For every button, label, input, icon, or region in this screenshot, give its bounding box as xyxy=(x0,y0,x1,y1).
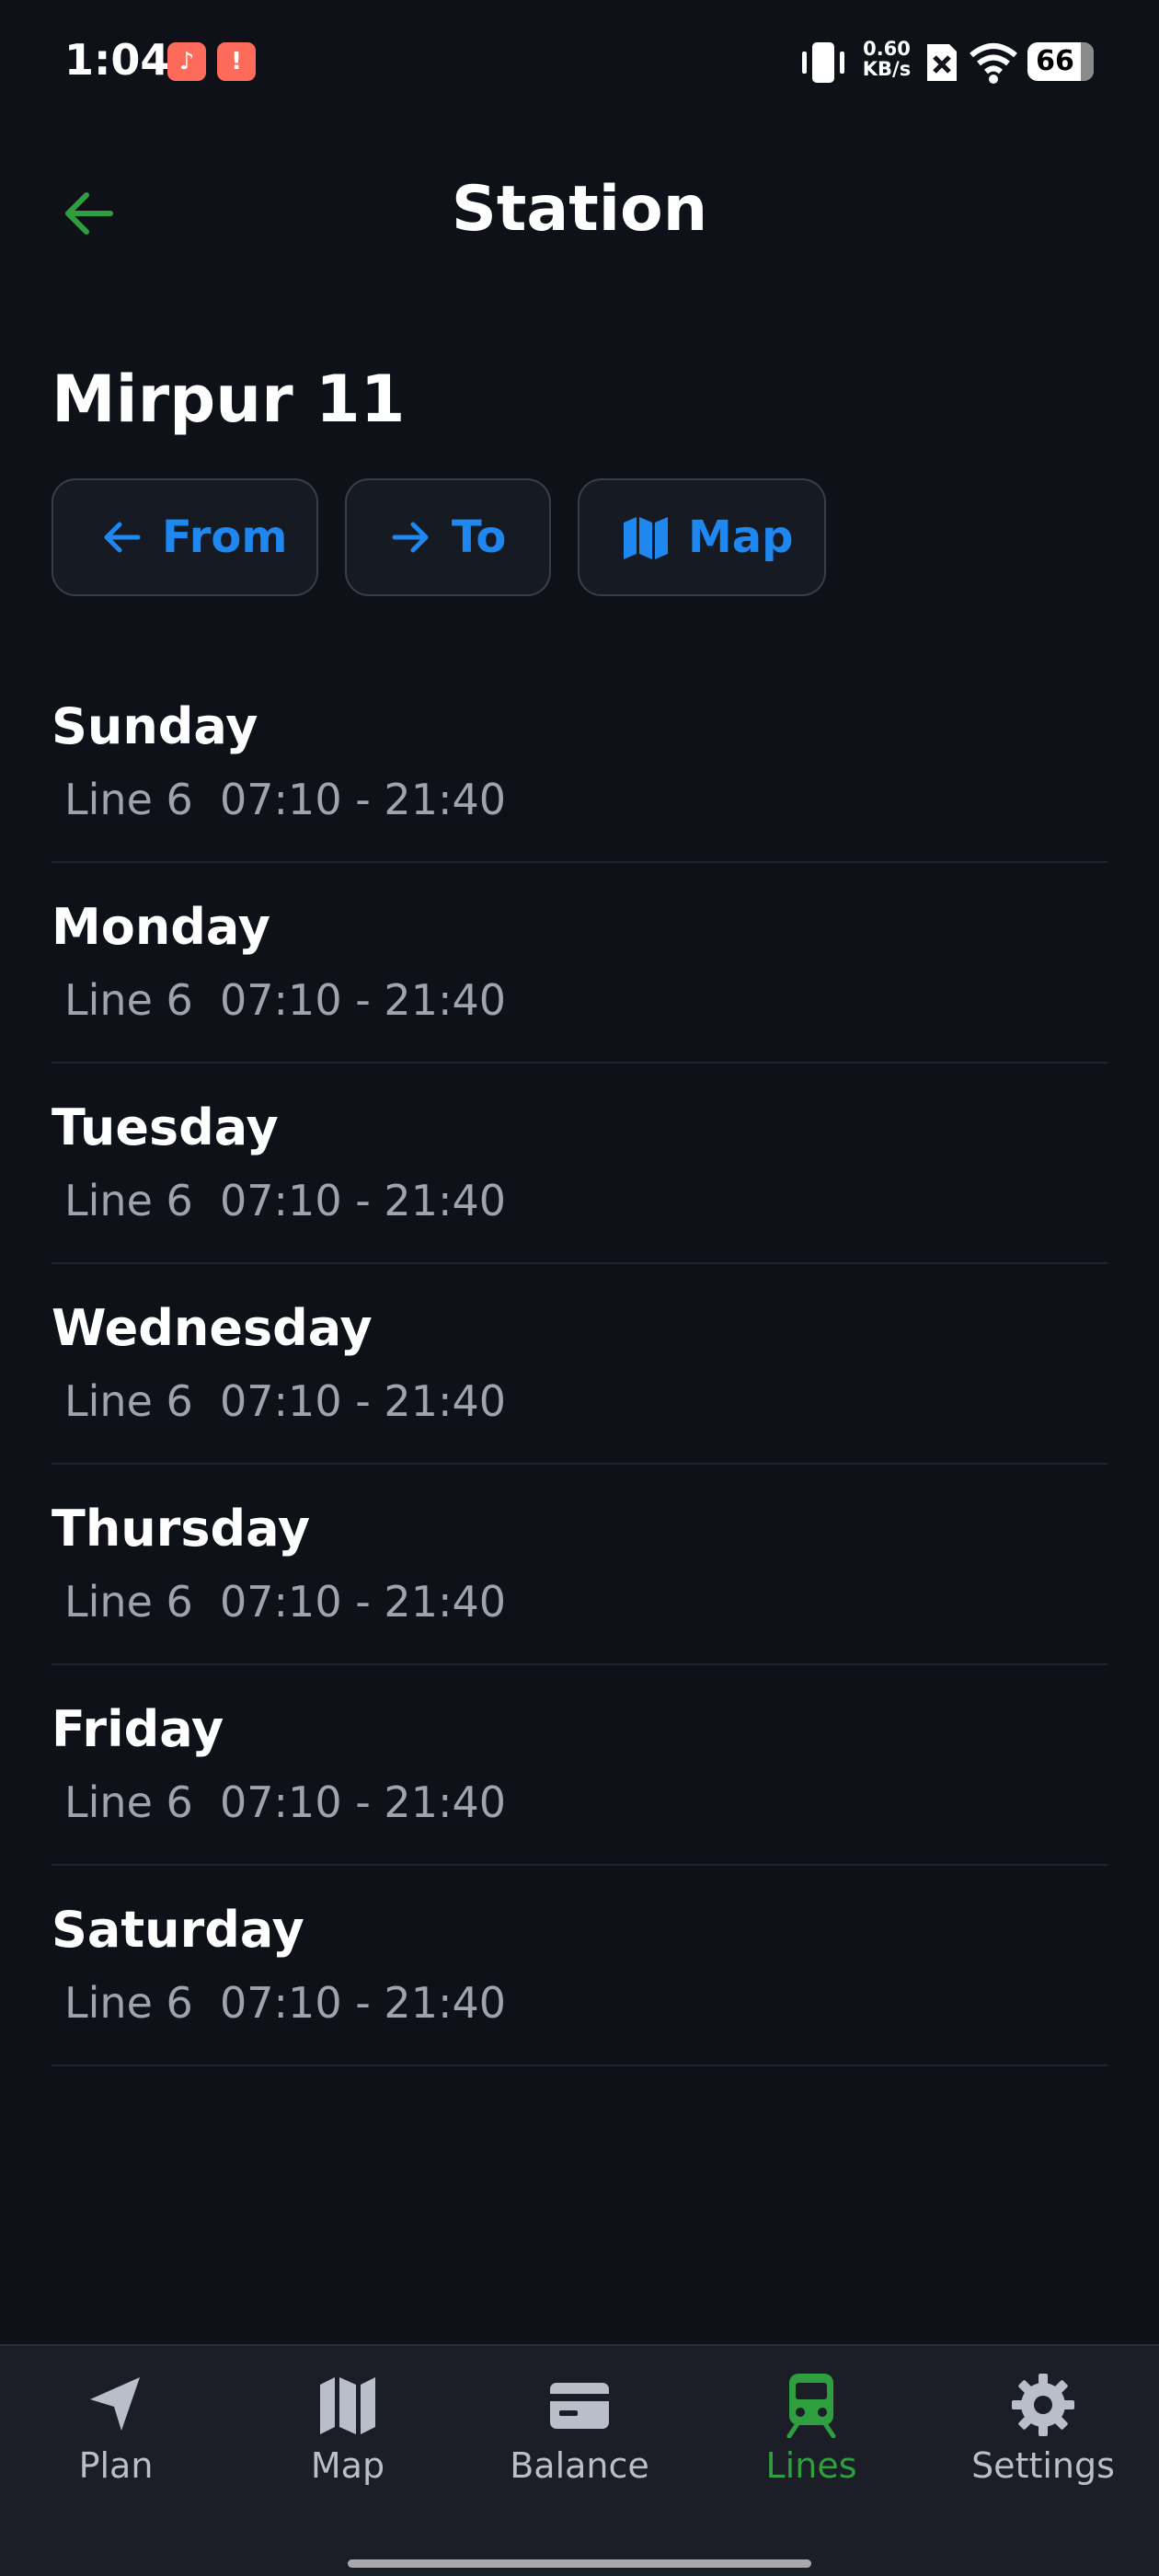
schedule-row: Friday Line 6 07:10 - 21:40 xyxy=(52,1665,1107,1866)
status-bar: 1:04 ♪ ! 0.60 KB/s 66 xyxy=(0,0,1159,120)
schedule-detail: Line 6 07:10 - 21:40 xyxy=(64,1577,506,1627)
bottom-navigation: Plan Map Balance Lines Settings xyxy=(0,2344,1159,2576)
line-name: Line 6 xyxy=(64,1176,193,1225)
schedule-row: Tuesday Line 6 07:10 - 21:40 xyxy=(52,1064,1107,1264)
map-button-label: Map xyxy=(688,512,794,563)
network-speed-value: 0.60 xyxy=(863,38,911,60)
from-button-label: From xyxy=(162,512,288,563)
nav-map-label: Map xyxy=(310,2445,385,2486)
schedule-detail: Line 6 07:10 - 21:40 xyxy=(64,775,506,824)
map-button[interactable]: Map xyxy=(578,478,826,596)
nav-lines-label: Lines xyxy=(765,2445,857,2486)
to-button-label: To xyxy=(452,512,507,563)
warning-notification-icon: ! xyxy=(217,42,256,81)
arrow-right-icon xyxy=(392,522,429,553)
gear-icon xyxy=(1012,2374,1074,2436)
station-screen: 1:04 ♪ ! 0.60 KB/s 66 Station Mirpur 11 … xyxy=(0,0,1159,2576)
line-name: Line 6 xyxy=(64,1577,193,1627)
schedule-row: Thursday Line 6 07:10 - 21:40 xyxy=(52,1465,1107,1665)
schedule-detail: Line 6 07:10 - 21:40 xyxy=(64,1176,506,1225)
network-speed-unit: KB/s xyxy=(862,58,912,80)
schedule-detail: Line 6 07:10 - 21:40 xyxy=(64,1376,506,1426)
day-name: Sunday xyxy=(52,697,258,755)
line-name: Line 6 xyxy=(64,1777,193,1827)
to-button[interactable]: To xyxy=(345,478,551,596)
service-hours: 07:10 - 21:40 xyxy=(220,975,506,1025)
service-hours: 07:10 - 21:40 xyxy=(220,1376,506,1426)
train-icon xyxy=(786,2374,836,2438)
service-hours: 07:10 - 21:40 xyxy=(220,1176,506,1225)
vibrate-icon xyxy=(802,42,844,83)
line-name: Line 6 xyxy=(64,975,193,1025)
battery-indicator: 66 xyxy=(1027,42,1094,81)
no-sim-icon xyxy=(927,44,957,81)
card-icon xyxy=(550,2383,609,2429)
day-name: Friday xyxy=(52,1700,224,1758)
day-name: Wednesday xyxy=(52,1299,373,1357)
arrow-left-icon xyxy=(104,522,141,553)
schedule-row: Saturday Line 6 07:10 - 21:40 xyxy=(52,1866,1107,2066)
from-button[interactable]: From xyxy=(52,478,318,596)
service-hours: 07:10 - 21:40 xyxy=(220,1777,506,1827)
line-name: Line 6 xyxy=(64,775,193,824)
nav-settings-label: Settings xyxy=(971,2445,1115,2486)
day-name: Tuesday xyxy=(52,1098,279,1156)
nav-map[interactable]: Map xyxy=(232,2372,464,2519)
nav-balance-label: Balance xyxy=(510,2445,649,2486)
day-name: Thursday xyxy=(52,1500,311,1558)
day-name: Saturday xyxy=(52,1901,304,1959)
service-hours: 07:10 - 21:40 xyxy=(220,1978,506,2028)
schedule-detail: Line 6 07:10 - 21:40 xyxy=(64,975,506,1025)
music-app-notification-icon: ♪ xyxy=(167,42,206,81)
schedule-row: Sunday Line 6 07:10 - 21:40 xyxy=(52,662,1107,863)
wifi-icon xyxy=(970,43,1017,84)
schedule-detail: Line 6 07:10 - 21:40 xyxy=(64,1978,506,2028)
station-name: Mirpur 11 xyxy=(52,362,406,437)
nav-lines[interactable]: Lines xyxy=(695,2372,927,2519)
schedule-detail: Line 6 07:10 - 21:40 xyxy=(64,1777,506,1827)
nav-plan[interactable]: Plan xyxy=(0,2372,232,2519)
network-speed: 0.60 KB/s xyxy=(858,39,915,79)
service-hours: 07:10 - 21:40 xyxy=(220,1577,506,1627)
schedule-row: Monday Line 6 07:10 - 21:40 xyxy=(52,863,1107,1064)
status-time: 1:04 xyxy=(64,35,170,85)
service-hours: 07:10 - 21:40 xyxy=(220,775,506,824)
line-name: Line 6 xyxy=(64,1978,193,2028)
home-indicator[interactable] xyxy=(348,2559,811,2568)
line-name: Line 6 xyxy=(64,1376,193,1426)
schedule-list: Sunday Line 6 07:10 - 21:40 Monday Line … xyxy=(52,662,1107,2066)
day-name: Monday xyxy=(52,898,270,956)
page-title: Station xyxy=(451,173,708,246)
map-icon xyxy=(320,2377,375,2434)
nav-settings[interactable]: Settings xyxy=(927,2372,1159,2519)
navigation-arrow-icon xyxy=(90,2377,140,2431)
map-icon xyxy=(624,517,668,559)
schedule-row: Wednesday Line 6 07:10 - 21:40 xyxy=(52,1264,1107,1465)
nav-balance[interactable]: Balance xyxy=(464,2372,695,2519)
battery-level: 66 xyxy=(1036,45,1074,77)
nav-plan-label: Plan xyxy=(78,2445,154,2486)
